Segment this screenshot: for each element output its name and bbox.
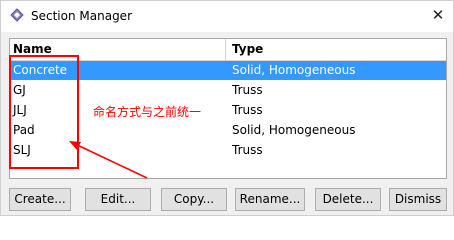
section-type: Truss <box>232 83 263 97</box>
button-bar: Create... Edit... Copy... Rename... Dele… <box>9 188 447 212</box>
section-type: Solid, Homogeneous <box>232 123 356 137</box>
copy-button[interactable]: Copy... <box>161 188 227 211</box>
edit-button[interactable]: Edit... <box>85 188 151 211</box>
rename-button[interactable]: Rename... <box>235 188 305 211</box>
section-type: Truss <box>232 103 263 117</box>
title-bar: Section Manager ✕ <box>1 1 453 32</box>
column-header-type[interactable]: Type <box>232 42 263 56</box>
column-divider[interactable] <box>225 39 226 60</box>
column-header-name[interactable]: Name <box>13 42 52 56</box>
delete-button[interactable]: Delete... <box>315 188 381 211</box>
section-type: Truss <box>232 143 263 157</box>
section-manager-dialog: Section Manager ✕ Name Type Concrete Sol… <box>0 0 454 216</box>
dismiss-button[interactable]: Dismiss <box>389 188 447 211</box>
annotation-text: 命名方式与之前统一 <box>93 105 202 119</box>
close-icon[interactable]: ✕ <box>429 7 447 25</box>
create-button[interactable]: Create... <box>9 188 71 211</box>
window-title: Section Manager <box>31 9 132 23</box>
section-manager-icon <box>10 8 24 22</box>
section-type: Solid, Homogeneous <box>232 63 356 77</box>
annotation-highlight-box <box>9 55 79 169</box>
